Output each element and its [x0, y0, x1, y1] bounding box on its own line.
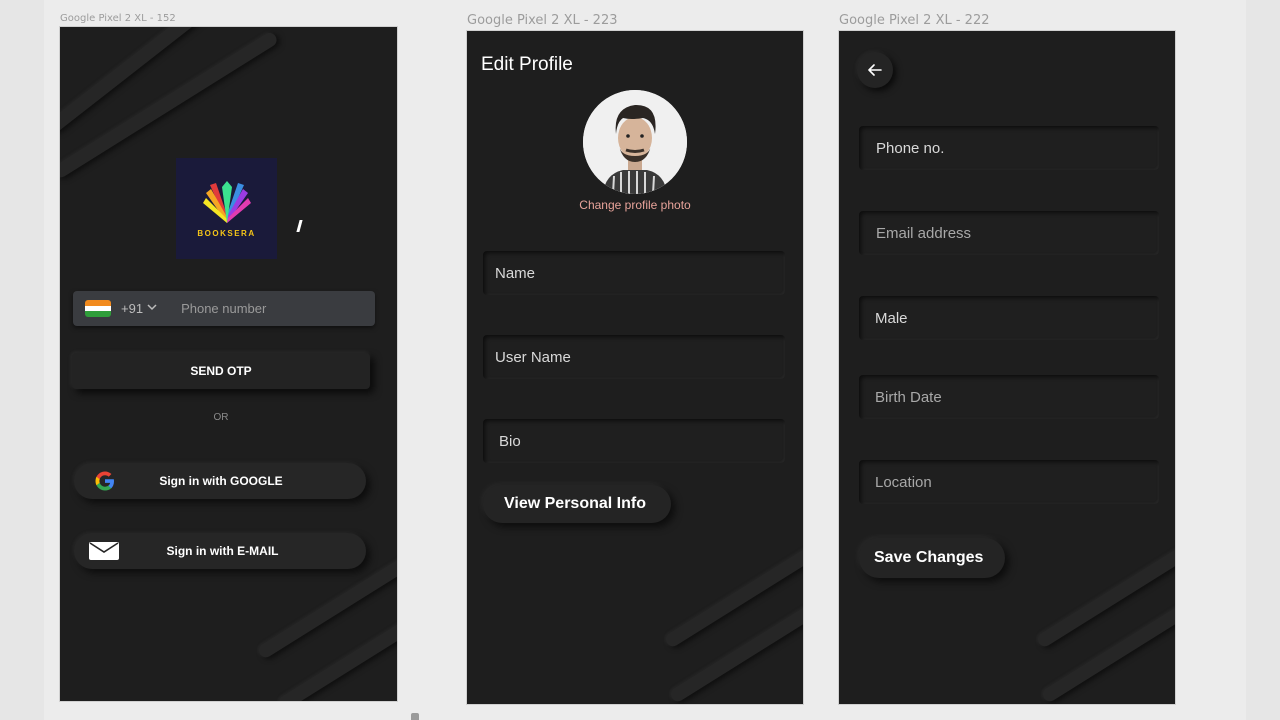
email-field[interactable]: Email address: [859, 211, 1159, 255]
logo-mark: [296, 220, 303, 232]
location-field[interactable]: Location: [859, 460, 1159, 504]
email-signin-button[interactable]: Sign in with E-MAIL: [74, 533, 366, 569]
phone-field[interactable]: Phone no.: [859, 126, 1159, 170]
google-icon: [94, 471, 116, 491]
country-code[interactable]: +91: [121, 301, 143, 316]
email-signin-label: Sign in with E-MAIL: [166, 544, 279, 558]
name-field[interactable]: Name: [483, 251, 785, 295]
phone-placeholder[interactable]: Phone number: [181, 301, 266, 316]
login-screen: BOOKSERA +91 Phone number SEND OTP OR Si…: [60, 27, 397, 701]
arrow-left-icon: [868, 64, 882, 76]
bio-field[interactable]: Bio: [483, 419, 785, 463]
or-divider: OR: [213, 412, 229, 423]
phone-input[interactable]: +91 Phone number: [73, 291, 375, 326]
back-button[interactable]: [857, 52, 893, 88]
send-otp-button[interactable]: SEND OTP: [72, 353, 370, 389]
frame-label-edit-profile[interactable]: Google Pixel 2 XL - 223: [467, 13, 618, 28]
google-signin-label: Sign in with GOOGLE: [159, 474, 283, 488]
page-title: Edit Profile: [481, 54, 573, 75]
change-photo-link[interactable]: Change profile photo: [467, 198, 803, 212]
india-flag-icon[interactable]: [85, 300, 111, 317]
edit-profile-screen: Edit Profile Change profile photo Name U…: [467, 31, 803, 704]
save-changes-button[interactable]: Save Changes: [859, 538, 1005, 578]
logo-text: BOOKSERA: [197, 229, 256, 238]
mail-icon: [89, 542, 119, 560]
birth-date-field[interactable]: Birth Date: [859, 375, 1159, 419]
cursor-marker: [411, 713, 419, 720]
frame-label-login[interactable]: Google Pixel 2 XL - 152: [60, 13, 176, 24]
personal-info-screen: Phone no. Email address Male Birth Date …: [839, 31, 1175, 704]
book-logo-icon: [202, 181, 251, 223]
google-signin-button[interactable]: Sign in with GOOGLE: [74, 463, 366, 499]
booksera-logo: BOOKSERA: [176, 158, 277, 259]
chevron-down-icon[interactable]: [147, 303, 157, 314]
gender-field[interactable]: Male: [859, 296, 1159, 340]
frame-label-personal-info[interactable]: Google Pixel 2 XL - 222: [839, 13, 990, 28]
view-personal-info-button[interactable]: View Personal Info: [483, 485, 671, 523]
profile-photo: [583, 90, 687, 194]
avatar[interactable]: [583, 90, 687, 194]
username-field[interactable]: User Name: [483, 335, 785, 379]
